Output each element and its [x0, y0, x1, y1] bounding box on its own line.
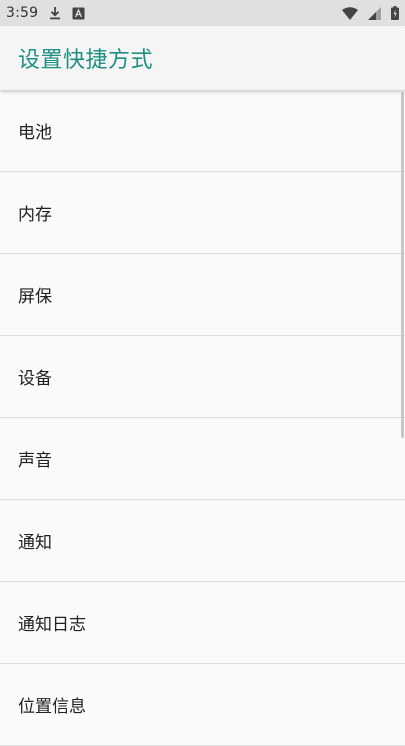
app-bar: 设置快捷方式 [0, 26, 405, 90]
list-item-label: 声音 [18, 451, 52, 471]
status-right [342, 6, 399, 20]
scrollbar[interactable] [401, 92, 404, 438]
list-item-notifications[interactable]: 通知 [0, 500, 405, 582]
signal-icon [368, 6, 381, 20]
list-item-device[interactable]: 设备 [0, 336, 405, 418]
battery-icon [391, 6, 399, 20]
list-item-memory[interactable]: 内存 [0, 172, 405, 254]
list-item-sound[interactable]: 声音 [0, 418, 405, 500]
status-time: 3:59 [6, 5, 39, 21]
list-item-label: 设备 [18, 369, 52, 389]
list-item-label: 电池 [18, 123, 52, 143]
list-item-label: 位置信息 [18, 697, 86, 717]
wifi-icon [342, 6, 358, 20]
a-badge-icon [72, 7, 85, 20]
list-item-notification-log[interactable]: 通知日志 [0, 582, 405, 664]
list-item-location[interactable]: 位置信息 [0, 664, 405, 746]
list-item-battery[interactable]: 电池 [0, 90, 405, 172]
download-icon [48, 6, 62, 20]
list-item-label: 屏保 [18, 287, 52, 307]
shortcut-list: 电池 内存 屏保 设备 声音 通知 通知日志 位置信息 [0, 90, 405, 746]
list-item-label: 通知日志 [18, 615, 86, 635]
page-title: 设置快捷方式 [18, 48, 154, 73]
status-left: 3:59 [6, 5, 85, 21]
list-item-label: 通知 [18, 533, 52, 553]
list-item-screensaver[interactable]: 屏保 [0, 254, 405, 336]
list-item-label: 内存 [18, 205, 52, 225]
status-bar: 3:59 [0, 0, 405, 26]
